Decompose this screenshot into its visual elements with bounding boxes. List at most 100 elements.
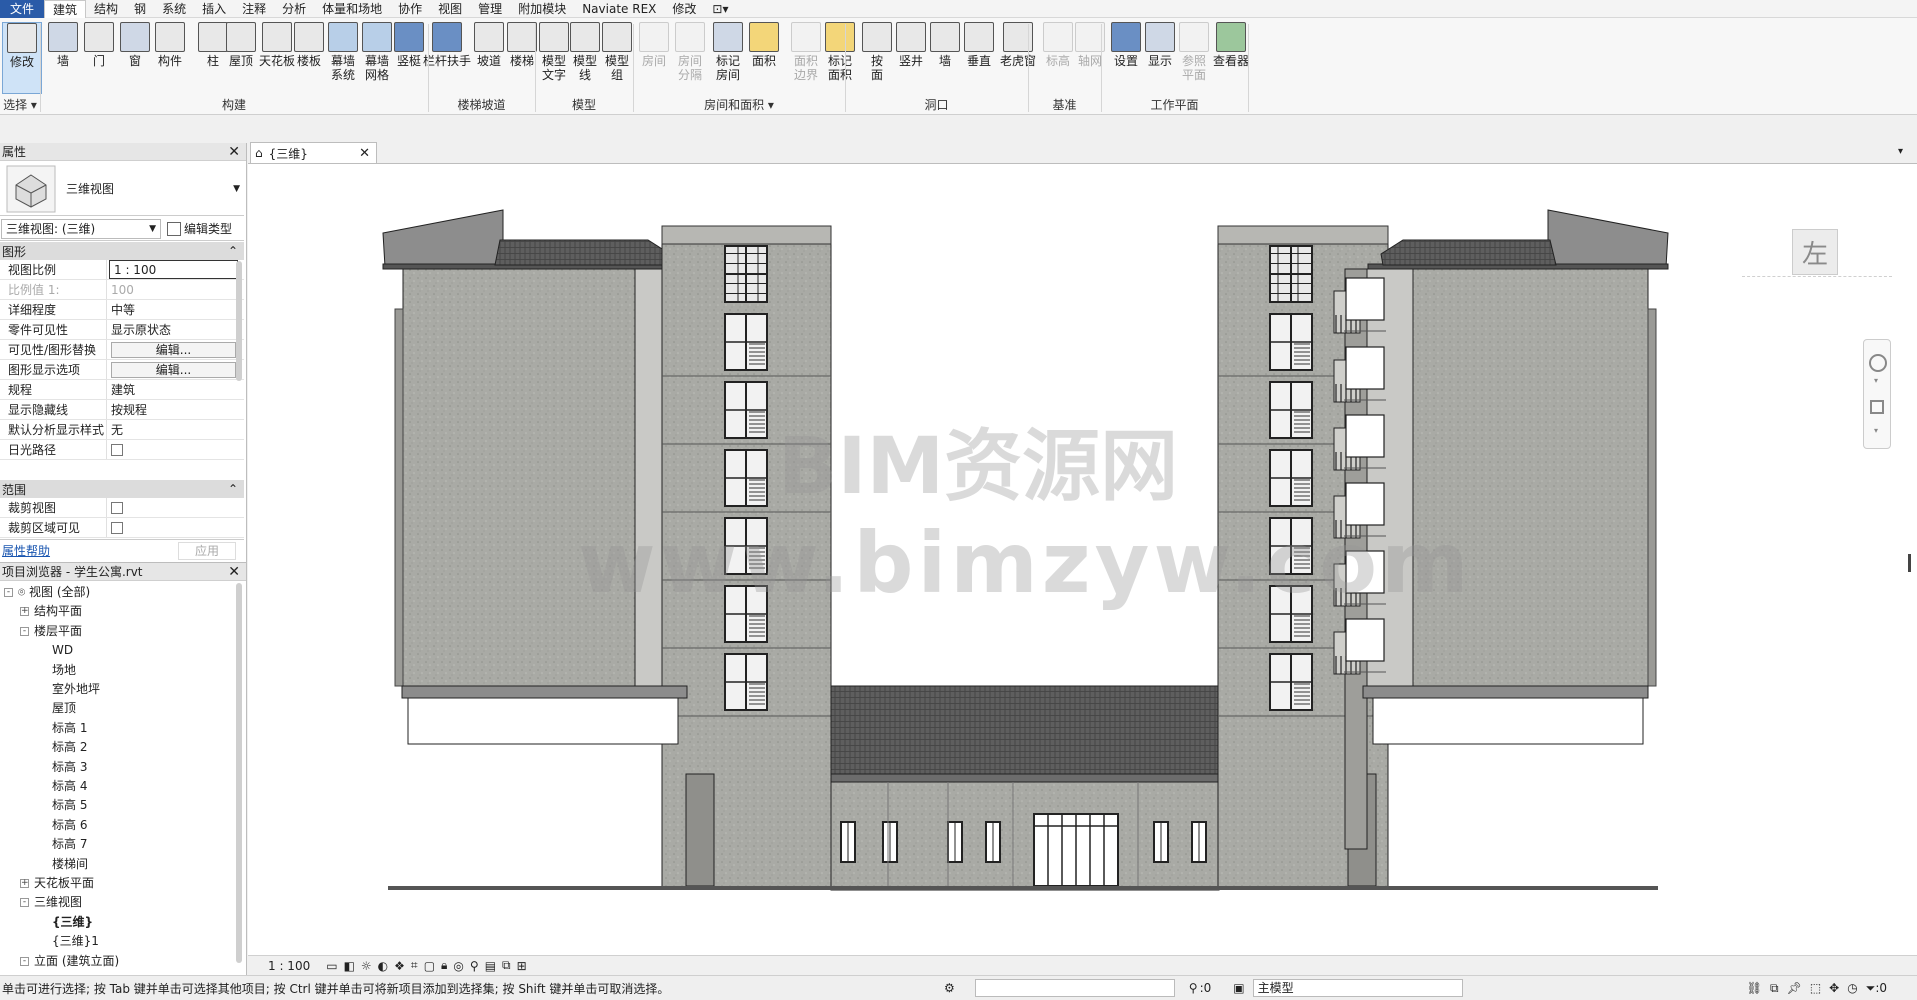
property-value[interactable] <box>107 498 244 517</box>
ribbon-button-model-line[interactable]: 模型 线 <box>568 22 602 82</box>
browser-tree-item[interactable]: 标高 3 <box>36 758 87 776</box>
ribbon-button-stair[interactable]: 楼梯 <box>505 22 539 68</box>
property-row[interactable]: 默认分析显示样式无 <box>0 420 244 440</box>
apply-button[interactable]: 应用 <box>177 541 236 560</box>
reveal-hidden-icon[interactable]: ⚲ <box>470 959 479 973</box>
property-value[interactable]: 100 <box>107 280 244 299</box>
browser-tree-item[interactable]: - 三维视图 <box>20 893 82 911</box>
ribbon-button-curtain-grid[interactable]: 幕墙 网格 <box>360 22 394 82</box>
type-selector[interactable]: 三维视图 ▼ <box>0 162 244 216</box>
section-graphics[interactable]: 图形 ⌃ <box>0 242 244 260</box>
checkbox[interactable] <box>111 443 123 456</box>
viewcube[interactable]: 左 <box>1784 229 1848 281</box>
zoom-region-icon[interactable] <box>1870 400 1884 414</box>
filter-icon[interactable]: ⚲ <box>1189 981 1198 995</box>
menu-tab-12[interactable]: 附加模块 <box>510 0 574 18</box>
ribbon-button-level[interactable]: 标高 <box>1041 22 1075 68</box>
menu-tab-1[interactable]: 建筑 <box>44 0 87 18</box>
property-row[interactable]: 零件可见性 显示原状态 <box>0 320 244 340</box>
close-icon[interactable]: ✕ <box>359 146 370 161</box>
scroll-splitter[interactable] <box>1908 554 1911 572</box>
collapse-icon[interactable]: - <box>20 956 29 966</box>
menu-tab-7[interactable]: 分析 <box>274 0 314 18</box>
visual-style-icon[interactable]: ◧ <box>344 959 355 973</box>
expand-icon[interactable]: + <box>20 879 29 888</box>
view-canvas-3d[interactable]: BIM资源网 www.bimzyw.com 左 ▾ ▾ <box>248 163 1917 975</box>
menu-tab-6[interactable]: 注释 <box>234 0 274 18</box>
property-row[interactable]: 显示隐藏线 按规程 <box>0 400 244 420</box>
browser-tree-item[interactable]: {三维}1 <box>36 932 99 950</box>
ribbon-button-roof[interactable]: 屋顶 <box>224 22 258 68</box>
browser-tree-item[interactable]: - ⌾ 视图 (全部) <box>4 583 90 601</box>
property-value[interactable]: 建筑 <box>107 380 244 399</box>
render-icon[interactable]: ❖ <box>394 959 405 973</box>
crop-view-icon[interactable]: ⌗ <box>411 958 418 973</box>
worksharing-icon[interactable]: ⧉ <box>502 958 511 973</box>
ribbon-button-area[interactable]: 面积 <box>747 22 781 68</box>
collapse-icon[interactable]: - <box>4 588 13 597</box>
ribbon-button-ramp[interactable]: 坡道 <box>472 22 506 68</box>
detail-level-icon[interactable]: ▭ <box>326 959 337 973</box>
property-row[interactable]: 比例值 1: 100 <box>0 280 244 300</box>
edit-type-button[interactable]: 编辑类型 <box>167 220 232 237</box>
ribbon-button-opening-by-face[interactable]: 按 面 <box>860 22 894 82</box>
editable-only-icon[interactable]: ▣ <box>1233 981 1244 995</box>
browser-tree-item[interactable]: + 结构平面 <box>20 602 82 620</box>
menu-tab-14[interactable]: 修改 <box>664 0 704 18</box>
menu-tab-4[interactable]: 系统 <box>154 0 194 18</box>
ribbon-group-label[interactable]: 房间和面积 ▾ <box>633 96 845 113</box>
view-tab-menu-icon[interactable]: ▾ <box>1898 146 1903 157</box>
ribbon-button-wall-opening[interactable]: 墙 <box>928 22 962 68</box>
checkbox[interactable] <box>111 501 123 514</box>
view-scale[interactable]: 1 : 100 <box>268 959 310 973</box>
background-process-icon[interactable]: ◷ <box>1847 981 1857 995</box>
scrollbar[interactable] <box>236 583 242 963</box>
scrollbar[interactable] <box>236 261 242 381</box>
ribbon-button-mullion[interactable]: 竖梃 <box>392 22 426 68</box>
menu-tab-0[interactable]: 文件 <box>0 0 45 18</box>
ribbon-button-vertical-opening[interactable]: 垂直 <box>962 22 996 68</box>
model-select[interactable]: 主模型 <box>1252 979 1463 997</box>
temp-hide-icon[interactable]: ◎ <box>453 959 463 973</box>
select-by-face-icon[interactable]: ⬚ <box>1810 981 1821 995</box>
ribbon-button-area-boundary[interactable]: 面积 边界 <box>789 22 823 82</box>
menu-tab-13[interactable]: Naviate REX <box>574 0 664 18</box>
ribbon-button-door[interactable]: 门 <box>82 22 116 68</box>
view-instance-selector[interactable]: 三维视图: (三维) ▼ <box>1 218 161 239</box>
browser-tree-item[interactable]: 场地 <box>36 661 76 679</box>
property-value[interactable]: 显示原状态 <box>107 320 244 339</box>
expand-icon[interactable]: + <box>20 607 29 617</box>
shadows-icon[interactable]: ◐ <box>378 959 388 973</box>
menu-tab-11[interactable]: 管理 <box>470 0 510 18</box>
menu-tab-3[interactable]: 钢 <box>126 0 154 18</box>
analytical-model-icon[interactable]: ⊞ <box>517 959 527 973</box>
chevron-down-icon[interactable]: ▾ <box>1874 376 1878 385</box>
browser-tree-item[interactable]: 标高 7 <box>36 835 87 853</box>
menu-tab-5[interactable]: 插入 <box>194 0 234 18</box>
property-value[interactable]: 编辑... <box>107 360 244 379</box>
ribbon-button-ceiling[interactable]: 天花板 <box>259 22 295 68</box>
ribbon-button-show-workplane[interactable]: 显示 <box>1143 22 1177 68</box>
viewcube-face[interactable]: 左 <box>1792 229 1838 275</box>
menu-tab-9[interactable]: 协作 <box>390 0 430 18</box>
property-row[interactable]: 裁剪视图 <box>0 498 244 518</box>
browser-tree-item[interactable]: WD <box>36 641 73 659</box>
browser-tree-item[interactable]: - 楼层平面 <box>20 622 82 640</box>
ribbon-button-wall[interactable]: 墙 <box>46 22 80 68</box>
ribbon-button-ref-plane[interactable]: 参照 平面 <box>1177 22 1211 82</box>
collapse-icon[interactable]: - <box>20 626 29 636</box>
view-tab-3d[interactable]: ⌂ {三维} ✕ <box>250 142 377 163</box>
steering-wheel-icon[interactable] <box>1869 354 1887 372</box>
browser-tree-item[interactable]: 标高 6 <box>36 816 87 834</box>
temp-properties-icon[interactable]: ▤ <box>485 959 496 973</box>
property-value[interactable]: 编辑... <box>107 340 244 359</box>
collapse-icon[interactable]: - <box>20 898 29 908</box>
lock-3d-icon[interactable]: 🔒︎ <box>441 958 447 973</box>
ribbon-button-room[interactable]: 房间 <box>637 22 671 68</box>
design-option-select[interactable] <box>974 979 1175 997</box>
select-underlay-icon[interactable]: ⧉ <box>1770 981 1779 996</box>
close-icon[interactable]: ✕ <box>228 564 240 580</box>
browser-tree-item[interactable]: 标高 5 <box>36 796 87 814</box>
property-row[interactable]: 日光路径 <box>0 440 244 460</box>
ribbon-button-set-workplane[interactable]: 设置 <box>1109 22 1143 68</box>
